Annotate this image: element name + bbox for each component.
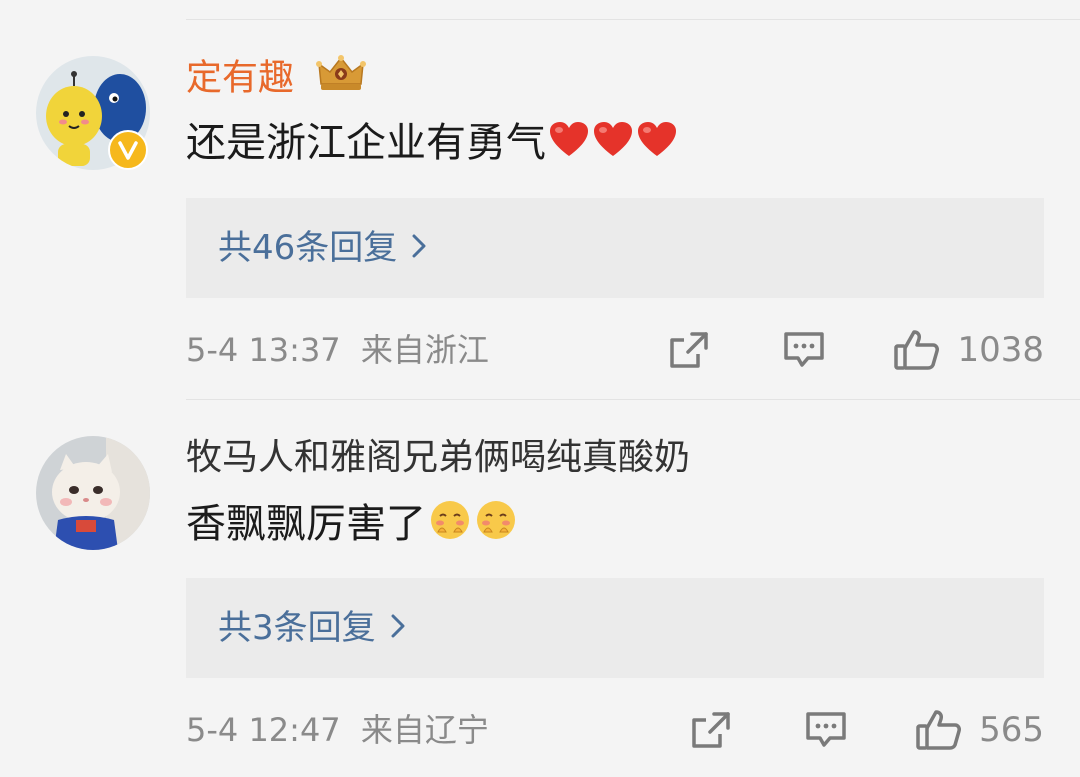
view-replies-link[interactable]: 共3条回复	[218, 604, 406, 652]
comment-text-content: 香飘飘厉害了	[186, 501, 426, 547]
like-count: 565	[979, 710, 1044, 750]
like-button[interactable]: 565	[915, 706, 1044, 754]
thumbs-up-icon	[916, 710, 962, 750]
chevron-right-icon	[390, 604, 406, 652]
share-button[interactable]	[690, 710, 732, 750]
blush-emoji	[428, 498, 472, 554]
avatar[interactable]	[36, 436, 150, 550]
timestamp-location: 5-4 12:47 来自辽宁	[186, 706, 489, 754]
location: 来自辽宁	[360, 711, 489, 749]
replies-panel[interactable]: 共3条回复	[186, 578, 1044, 678]
timestamp: 5-4 12:47	[186, 711, 341, 749]
comment-meta: 5-4 12:47 来自辽宁 565	[186, 706, 1044, 754]
comment-button[interactable]	[804, 710, 848, 750]
replies-label[interactable]: 共3条回复	[218, 604, 376, 652]
comment-icon	[806, 712, 846, 747]
blush-emoji	[474, 498, 518, 554]
username-text[interactable]: 牧马人和雅阁兄弟俩喝纯真酸奶	[186, 437, 690, 478]
comment-item: 牧马人和雅阁兄弟俩喝纯真酸奶 香飘飘厉害了 共3条回复 5-4 12:47 来自…	[0, 0, 1080, 777]
share-icon	[692, 712, 730, 748]
comment-text: 香飘飘厉害了	[186, 498, 518, 554]
username[interactable]: 牧马人和雅阁兄弟俩喝纯真酸奶	[186, 436, 690, 480]
